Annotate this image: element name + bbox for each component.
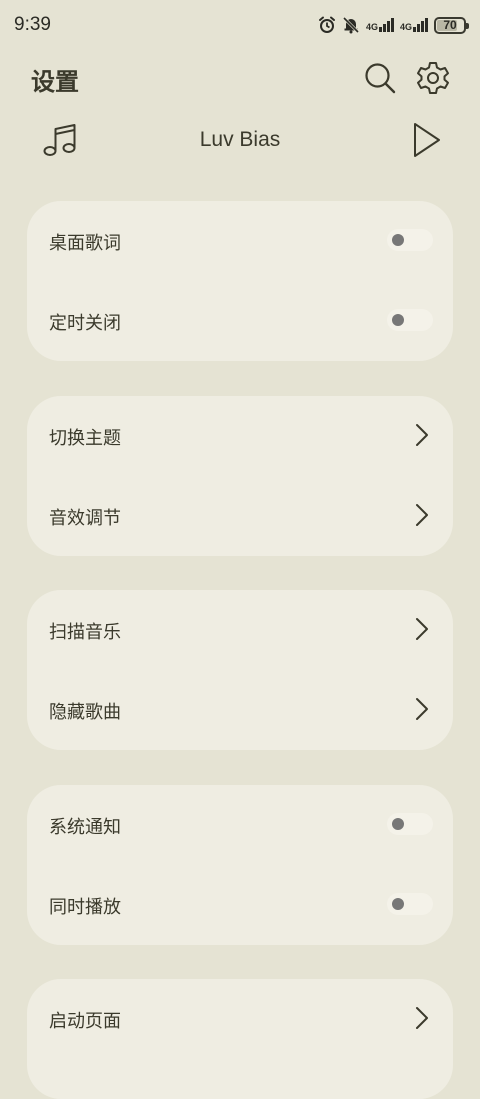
setting-label: 隐藏歌曲 [49, 702, 121, 723]
settings-group-display: 桌面歌词 定时关闭 [27, 201, 453, 361]
setting-row-system-notification[interactable]: 系统通知 [27, 785, 453, 865]
status-bar: 9:39 4G 4G 70 [0, 0, 480, 52]
chevron-right-icon [416, 618, 428, 640]
setting-label: 切换主题 [49, 428, 121, 449]
setting-label: 扫描音乐 [49, 622, 121, 643]
setting-row-simultaneous-play[interactable]: 同时播放 [27, 865, 453, 945]
setting-row-hidden-songs[interactable]: 隐藏歌曲 [27, 670, 453, 750]
setting-label: 启动页面 [49, 1011, 121, 1032]
settings-button[interactable] [415, 60, 451, 96]
network-type-1: 4G [365, 22, 378, 32]
sleep-timer-toggle[interactable] [387, 309, 433, 331]
play-button[interactable] [408, 120, 444, 160]
alarm-icon [318, 16, 335, 33]
setting-label: 系统通知 [49, 817, 121, 838]
mute-bell-icon [342, 16, 360, 34]
settings-group-theme: 切换主题 音效调节 [27, 396, 453, 556]
status-icons: 4G 4G 70 [318, 14, 469, 36]
setting-row-sound-effects[interactable]: 音效调节 [27, 476, 453, 556]
page-title: 设置 [31, 68, 79, 96]
settings-group-launch: 启动页面 [27, 979, 453, 1099]
setting-row-launch-page[interactable]: 启动页面 [27, 979, 453, 1059]
toggle-knob [392, 234, 404, 246]
setting-row-scan-music[interactable]: 扫描音乐 [27, 590, 453, 670]
setting-label: 桌面歌词 [49, 233, 121, 254]
setting-label: 同时播放 [49, 897, 121, 918]
chevron-right-icon [416, 504, 428, 526]
chevron-right-icon [416, 1007, 428, 1029]
toggle-knob [392, 818, 404, 830]
network-type-2: 4G [399, 22, 412, 32]
chevron-right-icon [416, 424, 428, 446]
battery-level: 70 [443, 18, 457, 32]
play-icon [414, 123, 440, 157]
setting-row-sleep-timer[interactable]: 定时关闭 [27, 281, 453, 361]
toggle-knob [392, 314, 404, 326]
cell-signal-2: 4G [400, 18, 428, 32]
setting-label: 音效调节 [49, 508, 121, 529]
system-notification-toggle[interactable] [387, 813, 433, 835]
search-button[interactable] [362, 60, 398, 96]
settings-group-playback: 系统通知 同时播放 [27, 785, 453, 945]
battery-indicator: 70 [434, 16, 469, 34]
setting-row-desktop-lyrics[interactable]: 桌面歌词 [27, 201, 453, 281]
now-playing-bar[interactable]: Luv Bias [0, 118, 480, 166]
status-time: 9:39 [14, 14, 51, 35]
desktop-lyrics-toggle[interactable] [387, 229, 433, 251]
toggle-knob [392, 898, 404, 910]
setting-label: 定时关闭 [49, 313, 121, 334]
settings-group-library: 扫描音乐 隐藏歌曲 [27, 590, 453, 750]
gear-icon [417, 62, 449, 94]
simultaneous-play-toggle[interactable] [387, 893, 433, 915]
cell-signal-1: 4G [366, 18, 394, 32]
search-icon [365, 63, 396, 94]
chevron-right-icon [416, 698, 428, 720]
setting-row-switch-theme[interactable]: 切换主题 [27, 396, 453, 476]
